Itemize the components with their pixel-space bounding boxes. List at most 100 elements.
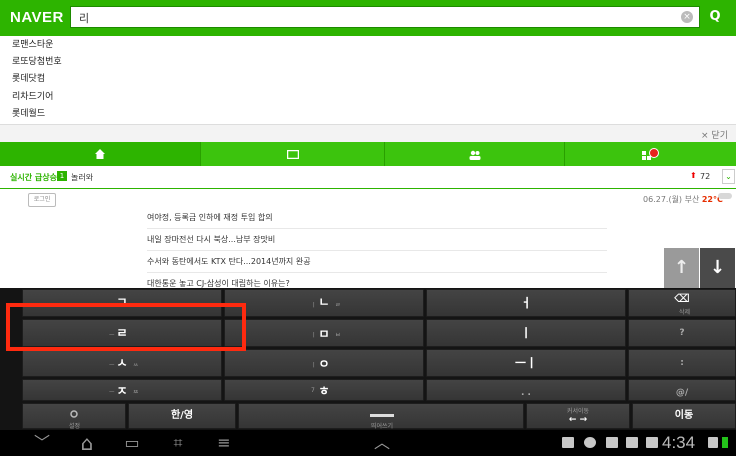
tab-news[interactable] (200, 142, 385, 166)
trend-up-icon: ⬆ (690, 171, 697, 180)
checkbox-notification-icon (626, 437, 638, 448)
realtime-label: 실시간 급상승 (10, 173, 57, 182)
screenshot-icon[interactable]: ⌗ (166, 430, 190, 456)
key-label: ㅡㅣ (514, 356, 538, 370)
home-nav-icon[interactable]: ⌂ (75, 430, 99, 456)
system-nav-bar: ﹀ ⌂ ▭ ⌗ ≡ ︿ 4:34 (0, 430, 736, 456)
key-hangul-english[interactable]: 한/영 (128, 403, 236, 429)
search-input[interactable]: 리 × (70, 6, 700, 28)
key-eu-i[interactable]: ㅡㅣ (426, 349, 626, 377)
key-sub: ㅂ (335, 332, 341, 339)
news-item[interactable]: 내일 장마전선 다시 북상...남부 장맛비 (147, 229, 607, 251)
cloud-icon (718, 193, 732, 199)
back-icon[interactable]: ﹀ (30, 430, 54, 456)
tab-home[interactable] (0, 142, 200, 166)
search-button[interactable]: Q (702, 6, 728, 28)
key-cursor-move[interactable]: 커서이동 ← → (526, 403, 630, 429)
screen-icon (286, 149, 300, 160)
key-label: ㅓ (520, 296, 532, 310)
key-at-slash[interactable]: @/ (628, 379, 736, 401)
key-ieung[interactable]: ㅇ ㅣ (224, 349, 424, 377)
realtime-trending-row: 실시간 급상승 1 놀러와 ⬆ 72 ⌄ (0, 166, 736, 189)
key-sub: ㅣ (311, 362, 317, 369)
keyboard-hide-icon[interactable]: ︿ (370, 430, 394, 456)
key-label: ㅣ (520, 326, 532, 340)
trending-keyword[interactable]: 놀러와 (71, 172, 93, 183)
settings-icon (70, 410, 78, 418)
key-siot[interactable]: ㅅ ㅡ ㅆ (22, 349, 222, 377)
key-sub: 띄어쓰기 (371, 423, 394, 430)
scroll-buttons: ↑ ↓ (664, 248, 736, 288)
suggestion-item[interactable]: 롯데닷컴 (0, 70, 736, 89)
search-input-value: 리 (79, 12, 90, 25)
suggestion-close-row: × 닫기 (0, 124, 736, 143)
news-item[interactable]: 수서와 동탄에서도 KTX 탄다...2014년까지 완공 (147, 251, 607, 273)
battery-icon (722, 437, 728, 448)
key-space[interactable]: 띄어쓰기 (238, 403, 524, 430)
key-hieut[interactable]: ㅎ 7 (224, 379, 424, 401)
key-label: ㅁ (318, 327, 330, 341)
key-label: ㅅ (116, 356, 128, 370)
key-label: . . (521, 388, 531, 398)
highlight-box (6, 303, 246, 351)
key-label: ㄴ (318, 295, 330, 309)
key-label: ㅎ (318, 384, 330, 398)
key-label: ㅈ (116, 384, 128, 398)
weather-date-location: 06.27.(월) 부산 (643, 195, 700, 204)
people-icon (469, 150, 481, 160)
key-sub: 7 (311, 387, 315, 394)
key-backspace[interactable]: ⌫ 삭제 (628, 289, 736, 317)
status-time: 4:34 (662, 433, 696, 452)
cursor-arrows-icon: ← → (568, 415, 588, 425)
login-button[interactable]: 로그인 (28, 193, 56, 207)
key-sub: ㅡ (109, 389, 115, 396)
recent-apps-icon[interactable]: ▭ (120, 430, 144, 456)
apps-notification-icon (642, 148, 659, 160)
menu-icon[interactable]: ≡ (212, 430, 236, 456)
space-bar-icon (370, 414, 394, 417)
key-nieun[interactable]: ㄴ ㅣ ㄹ (224, 289, 424, 317)
key-sub: ㅉ (133, 389, 139, 396)
key-question[interactable]: ? (628, 319, 736, 347)
android-status-icon (584, 437, 596, 448)
tab-apps[interactable] (564, 142, 736, 166)
keyboard-status-icon (562, 437, 574, 448)
clear-search-icon[interactable]: × (681, 11, 693, 23)
scroll-down-button[interactable]: ↓ (700, 248, 735, 288)
key-settings[interactable]: 설정 (22, 403, 126, 430)
key-sub: ㅣ (311, 302, 317, 309)
key-sub: ㅣ (311, 332, 317, 339)
tab-people[interactable] (384, 142, 565, 166)
trend-change: 72 (700, 172, 711, 181)
key-sub: ㅡ (109, 362, 115, 369)
weather-info: 06.27.(월) 부산 22°C (643, 194, 723, 205)
expand-trending-button[interactable]: ⌄ (722, 169, 735, 184)
key-sub: 커서이동 (567, 408, 590, 415)
key-jieut[interactable]: ㅈ ㅡ ㅉ (22, 379, 222, 401)
backspace-icon: ⌫ (674, 292, 690, 305)
key-sub: ㅆ (133, 362, 139, 369)
key-label: : (680, 358, 684, 368)
naver-logo[interactable]: NAVER (10, 9, 64, 26)
suggestion-item[interactable]: 롯데월드 (0, 105, 736, 124)
key-dots[interactable]: . . (426, 379, 626, 401)
scroll-up-button[interactable]: ↑ (664, 248, 699, 288)
key-label: @/ (675, 388, 689, 398)
key-eo[interactable]: ㅓ (426, 289, 626, 317)
key-sub: ㄹ (335, 302, 341, 309)
checkbox-notification-icon (646, 437, 658, 448)
mail-icon (606, 437, 618, 448)
key-enter[interactable]: 이동 (632, 403, 736, 429)
rank-badge: 1 (57, 171, 67, 181)
wifi-icon (708, 437, 718, 448)
key-sub: 설정 (69, 423, 81, 430)
news-item[interactable]: 여야정, 등록금 인하에 재정 투입 합의 (147, 207, 607, 229)
home-icon (95, 149, 105, 159)
close-suggestions-button[interactable]: × 닫기 (701, 128, 728, 141)
main-tab-bar (0, 142, 736, 166)
key-colon[interactable]: : (628, 349, 736, 377)
key-i[interactable]: ㅣ (426, 319, 626, 347)
key-sub: 삭제 (679, 309, 691, 316)
key-mieum[interactable]: ㅁ ㅣ ㅂ (224, 319, 424, 347)
key-label: ? (679, 328, 685, 338)
